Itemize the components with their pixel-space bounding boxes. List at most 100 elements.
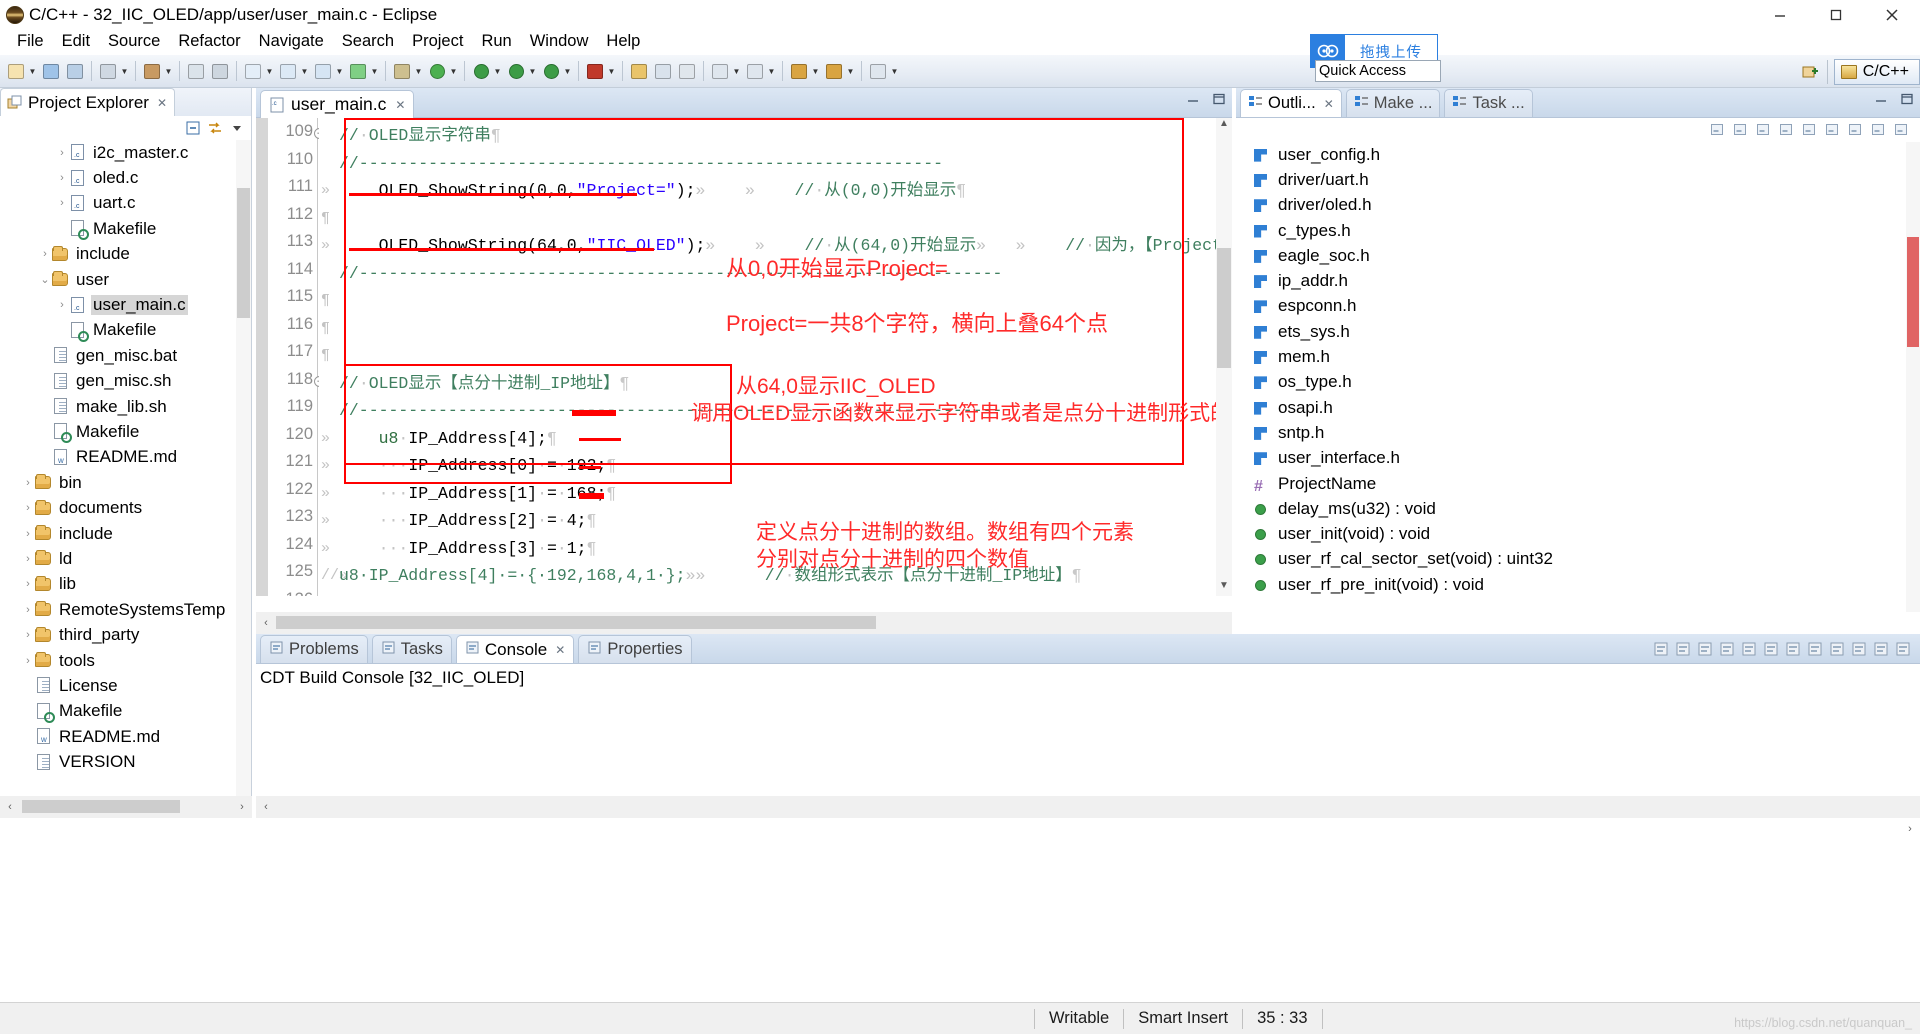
terminate-icon[interactable] (1697, 641, 1714, 658)
code-line[interactable]: ···IP_Address[0]·=·192;¶ (339, 452, 616, 480)
tree-item-user[interactable]: ⌄user (0, 267, 251, 292)
chevron-right-icon[interactable]: › (21, 655, 35, 667)
tab-task[interactable]: Task ... (1444, 89, 1532, 117)
outline-item-osapi-h[interactable]: osapi.h (1236, 395, 1920, 420)
scroll-down-icon[interactable]: ▼ (1216, 580, 1232, 596)
tab-make[interactable]: Make ... (1346, 89, 1441, 117)
menu-file[interactable]: File (8, 32, 53, 51)
outline-item-user-rf-cal-sector-set-void----uint32[interactable]: user_rf_cal_sector_set(void) : uint32 (1236, 547, 1920, 572)
chevron-down-icon[interactable]: ▼ (120, 60, 129, 82)
outline-item-user-interface-h[interactable]: user_interface.h (1236, 446, 1920, 471)
tree-item-i2c-master-c[interactable]: ›i2c_master.c (0, 140, 251, 165)
scrollbar-thumb[interactable] (1217, 248, 1231, 368)
quick-access-input[interactable]: Quick Access (1315, 60, 1441, 82)
chevron-right-icon[interactable]: › (21, 578, 35, 590)
collapse-icon[interactable] (1848, 122, 1864, 138)
minimize-icon[interactable] (1874, 92, 1888, 110)
tree-item-uart-c[interactable]: ›uart.c (0, 191, 251, 216)
tree-item-version[interactable]: VERSION (0, 749, 251, 774)
filter-icon[interactable] (1802, 122, 1818, 138)
outline-list[interactable]: user_config.hdriver/uart.hdriver/oled.hc… (1236, 142, 1920, 612)
expand-icon[interactable] (1871, 122, 1887, 138)
open-type-icon[interactable] (628, 60, 650, 82)
chevron-right-icon[interactable]: › (21, 502, 35, 514)
tree-item-readme-md[interactable]: README.md (0, 724, 251, 749)
back-icon[interactable] (788, 60, 810, 82)
outline-item-driver-oled-h[interactable]: driver/oled.h (1236, 193, 1920, 218)
outline-item-mem-h[interactable]: mem.h (1236, 344, 1920, 369)
menu-edit[interactable]: Edit (53, 32, 99, 51)
code-line[interactable]: ···IP_Address[2]·=·4;¶ (339, 507, 597, 535)
tree-item-remotesystemstemp[interactable]: ›RemoteSystemsTemp (0, 597, 251, 622)
chevron-right-icon[interactable]: › (21, 553, 35, 565)
forward-icon[interactable] (823, 60, 845, 82)
scroll-top-icon[interactable] (1675, 641, 1692, 658)
word-wrap-icon[interactable] (1785, 641, 1802, 658)
minimize-button[interactable] (1752, 0, 1808, 30)
chevron-right-icon[interactable]: › (21, 477, 35, 489)
chevron-down-icon[interactable]: ▼ (528, 60, 537, 82)
chevron-right-icon[interactable]: › (21, 528, 35, 540)
outline-item-espconn-h[interactable]: espconn.h (1236, 294, 1920, 319)
run-last-icon[interactable] (540, 60, 562, 82)
outline-vscrollbar[interactable] (1906, 142, 1920, 612)
tree-item-makefile[interactable]: Makefile (0, 318, 251, 343)
new-file-icon[interactable] (5, 60, 27, 82)
profile-icon[interactable] (470, 60, 492, 82)
tree-item-tools[interactable]: ›tools (0, 648, 251, 673)
chevron-down-icon[interactable]: ▼ (414, 60, 423, 82)
scroll-left-icon[interactable]: ‹ (256, 796, 276, 818)
debug-icon[interactable] (391, 60, 413, 82)
chevron-down-icon[interactable]: ▼ (164, 60, 173, 82)
chevron-right-icon[interactable]: › (21, 629, 35, 641)
chevron-right-icon[interactable]: › (55, 147, 69, 159)
chevron-down-icon[interactable]: ▼ (811, 60, 820, 82)
chevron-down-icon[interactable]: ▼ (563, 60, 572, 82)
chevron-down-icon[interactable]: ▼ (335, 60, 344, 82)
toggle-mark-icon[interactable] (676, 60, 698, 82)
close-icon[interactable]: ✕ (555, 643, 565, 657)
new-header-icon[interactable] (277, 60, 299, 82)
outline-item-user-rf-pre-init-void----void[interactable]: user_rf_pre_init(void) : void (1236, 572, 1920, 597)
scroll-lock-icon[interactable] (1653, 641, 1670, 658)
maximize-icon[interactable] (1895, 641, 1912, 658)
code-line[interactable]: //·OLED显示字符串¶ (339, 122, 501, 150)
menu-help[interactable]: Help (597, 32, 649, 51)
menu-project[interactable]: Project (403, 32, 472, 51)
display-console-icon[interactable] (1829, 641, 1846, 658)
build-icon[interactable] (141, 60, 163, 82)
perspective-cpp-button[interactable]: C/C++ (1834, 59, 1920, 85)
code-line[interactable]: OLED_ShowString(0,0,"Project=");» » //·从… (339, 177, 966, 205)
tree-item-oled-c[interactable]: ›oled.c (0, 165, 251, 190)
code-line[interactable]: ···IP_Address[1]·=·168;¶ (339, 480, 616, 508)
run-icon[interactable] (426, 60, 448, 82)
outline-item-os-type-h[interactable]: os_type.h (1236, 370, 1920, 395)
close-button[interactable] (1864, 0, 1920, 30)
menu-run[interactable]: Run (472, 32, 520, 51)
outline-item-user-config-h[interactable]: user_config.h (1236, 142, 1920, 167)
chevron-down-icon[interactable]: ▼ (732, 60, 741, 82)
new-class-icon[interactable] (242, 60, 264, 82)
tree-item-makefile[interactable]: Makefile (0, 216, 251, 241)
sort-icon[interactable] (1710, 122, 1726, 138)
tree-item-include[interactable]: ›include (0, 521, 251, 546)
search-icon[interactable] (584, 60, 606, 82)
chevron-down-icon[interactable]: ▼ (370, 60, 379, 82)
outline-item-eagle-soc-h[interactable]: eagle_soc.h (1236, 243, 1920, 268)
menu-search[interactable]: Search (333, 32, 403, 51)
tab-problems[interactable]: Problems (260, 635, 368, 663)
project-tree[interactable]: ›i2c_master.c›oled.c›uart.cMakefile›incl… (0, 140, 251, 796)
code-editor[interactable]: 109−110111112113114115116117118−11912012… (256, 118, 1232, 596)
chevron-right-icon[interactable]: › (55, 299, 69, 311)
minimize-icon[interactable] (1873, 641, 1890, 658)
tree-item-user-main-c[interactable]: ›user_main.c (0, 292, 251, 317)
close-icon[interactable]: ✕ (157, 96, 167, 110)
new-source-icon[interactable] (312, 60, 334, 82)
outline-item-sntp-h[interactable]: sntp.h (1236, 420, 1920, 445)
close-icon[interactable]: ✕ (1324, 97, 1334, 111)
chevron-down-icon[interactable]: ▼ (607, 60, 616, 82)
console-output[interactable]: CDT Build Console [32_IIC_OLED] (256, 664, 1920, 796)
code-line[interactable]: //--------------------------------------… (339, 150, 943, 178)
scrollbar-thumb[interactable] (276, 616, 876, 629)
chevron-right-icon[interactable]: › (55, 197, 69, 209)
